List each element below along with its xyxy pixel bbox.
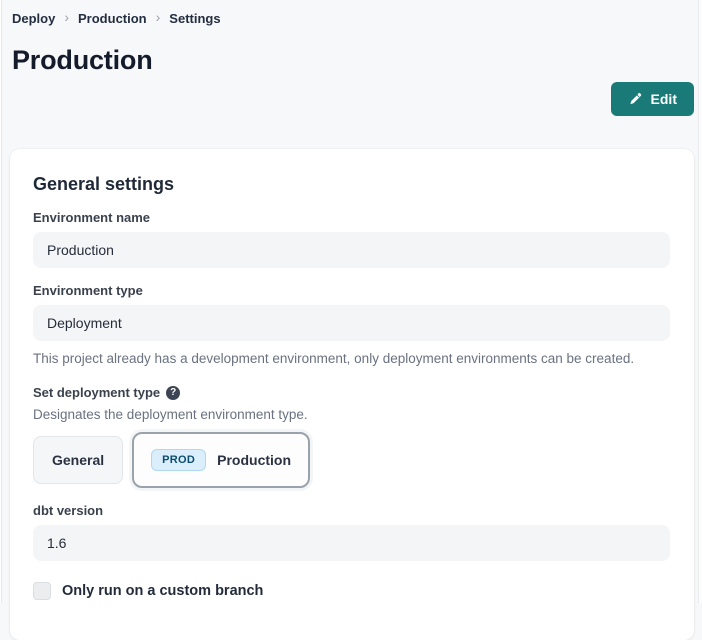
deployment-type-option-general[interactable]: General xyxy=(33,436,123,484)
environment-settings-page: Deploy › Production › Settings Productio… xyxy=(0,0,702,640)
general-settings-card: General settings Environment name Enviro… xyxy=(10,149,694,640)
deployment-type-option-production-label: Production xyxy=(217,452,291,468)
card-heading: General settings xyxy=(33,174,670,195)
dbt-version-label: dbt version xyxy=(33,503,670,518)
environment-type-help-text: This project already has a development e… xyxy=(33,350,670,368)
custom-branch-checkbox[interactable] xyxy=(33,582,51,600)
breadcrumb: Deploy › Production › Settings xyxy=(12,10,694,26)
deployment-type-label: Set deployment type xyxy=(33,385,160,400)
dbt-version-input[interactable] xyxy=(33,525,670,561)
pencil-icon xyxy=(628,92,642,106)
breadcrumb-production[interactable]: Production xyxy=(78,11,147,26)
page-title: Production xyxy=(12,44,694,76)
breadcrumb-settings: Settings xyxy=(169,11,220,26)
deployment-type-description: Designates the deployment environment ty… xyxy=(33,407,670,422)
environment-name-label: Environment name xyxy=(33,210,670,225)
chevron-right-icon: › xyxy=(64,10,69,24)
panel-left-edge xyxy=(0,0,2,603)
edit-button-label: Edit xyxy=(651,91,677,107)
question-circle-icon[interactable]: ? xyxy=(166,386,180,400)
breadcrumb-deploy[interactable]: Deploy xyxy=(12,11,55,26)
prod-badge: PROD xyxy=(151,449,206,471)
chevron-right-icon: › xyxy=(156,10,161,24)
custom-branch-row: Only run on a custom branch xyxy=(33,582,670,600)
environment-name-input[interactable] xyxy=(33,232,670,268)
environment-type-label: Environment type xyxy=(33,283,670,298)
edit-button[interactable]: Edit xyxy=(611,82,694,116)
custom-branch-label[interactable]: Only run on a custom branch xyxy=(62,583,263,599)
toolbar: Edit xyxy=(12,82,694,116)
environment-type-input[interactable] xyxy=(33,305,670,341)
deployment-type-label-row: Set deployment type ? xyxy=(33,385,670,400)
deployment-type-option-production[interactable]: PROD Production xyxy=(132,432,310,488)
deployment-type-options: General PROD Production xyxy=(33,432,670,488)
panel-right-edge xyxy=(698,0,702,603)
